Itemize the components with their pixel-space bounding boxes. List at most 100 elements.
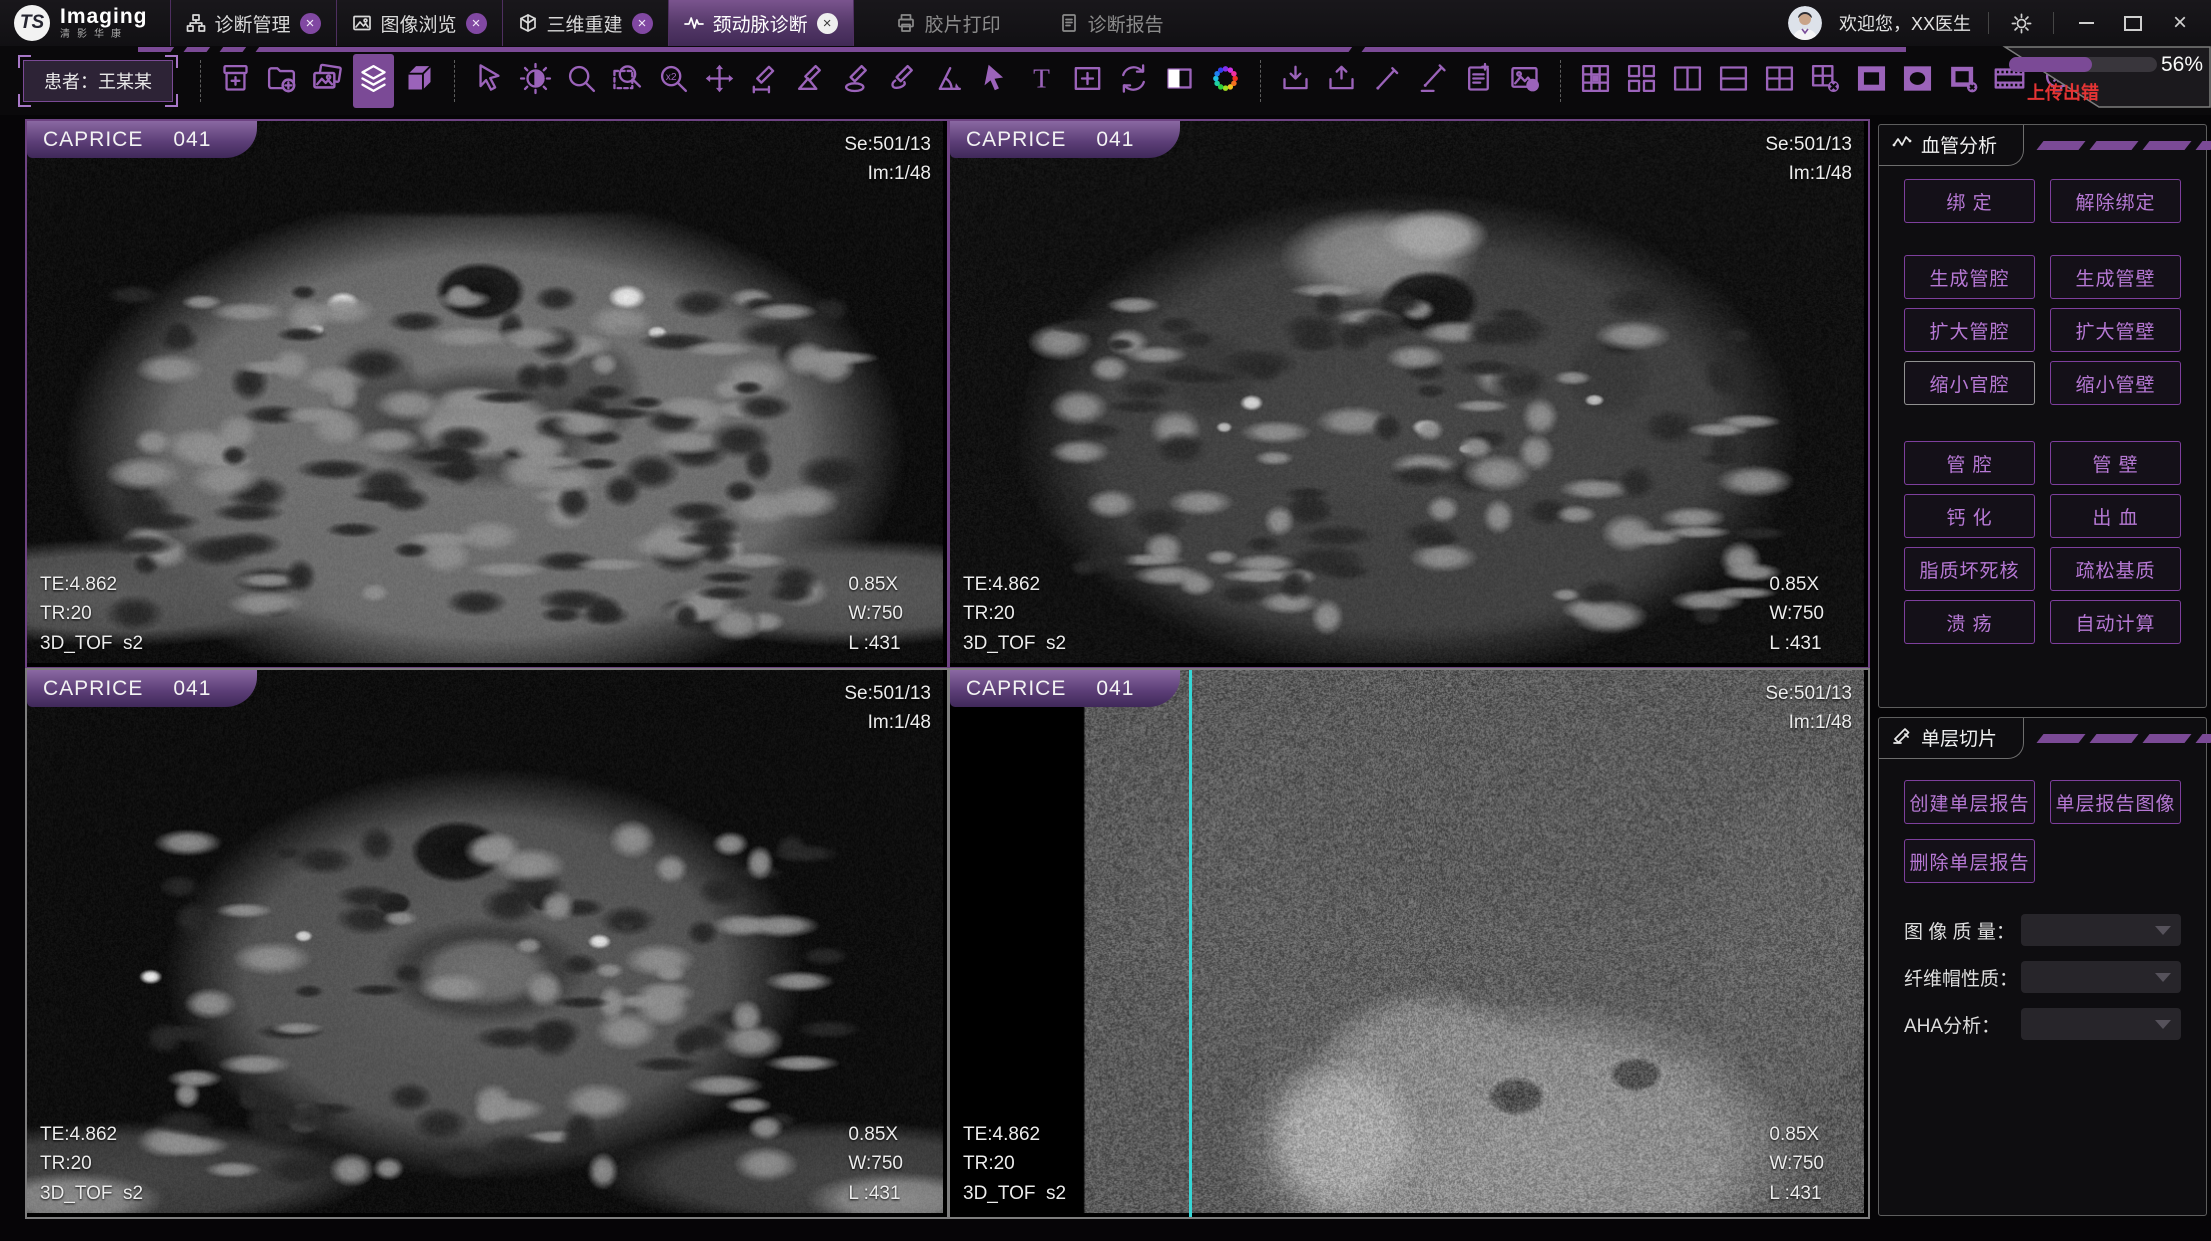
toolbar-button-export[interactable] <box>1321 54 1362 108</box>
svg-text:x2: x2 <box>666 71 677 82</box>
tab-2[interactable]: 图像浏览× <box>336 0 503 46</box>
toolbar-button-rect-plus[interactable] <box>1067 54 1108 108</box>
toolbar-button-layout-2col[interactable] <box>1667 54 1708 108</box>
toolbar-button-pointer[interactable] <box>975 54 1016 108</box>
vessel-button[interactable]: 生成管腔 <box>1904 255 2035 299</box>
overlay-series-info: Se:501/13Im:1/48 <box>1765 679 1852 738</box>
vessel-button[interactable]: 自动计算 <box>2050 600 2181 644</box>
tab-label: 三维重建 <box>547 10 623 37</box>
vessel-button[interactable]: 疏松基质 <box>2050 547 2181 591</box>
select-dropdown[interactable] <box>2021 1008 2181 1040</box>
overlay-display-info: 0.85XW:750L :431 <box>848 1120 903 1208</box>
select-dropdown[interactable] <box>2021 961 2181 993</box>
toolbar-button-angle[interactable] <box>929 54 970 108</box>
toolbar-button-layout-grid9[interactable] <box>1575 54 1616 108</box>
toolbar-button-layout-quads[interactable] <box>1621 54 1662 108</box>
vessel-button[interactable]: 缩小官腔 <box>1904 361 2035 405</box>
patient-chip[interactable]: 患者：王某某 <box>18 55 178 107</box>
tab-strip: 诊断管理×图像浏览×三维重建×颈动脉诊断×胶片打印诊断报告 <box>170 0 1179 46</box>
text-icon: T <box>1025 62 1058 100</box>
select-dropdown[interactable] <box>2021 914 2181 946</box>
layout-quads-icon <box>1625 62 1658 100</box>
close-button[interactable]: × <box>2165 8 2195 38</box>
printer-icon <box>896 13 916 33</box>
toolbar-button-zoom-2x[interactable]: x2 <box>653 54 694 108</box>
contrast-icon <box>519 62 552 100</box>
slice-button[interactable]: 创建单层报告 <box>1904 780 2035 824</box>
vessel-button[interactable]: 钙 化 <box>1904 494 2035 538</box>
series-number: 041 <box>173 128 211 152</box>
toolbar-button-shutter-ellipse[interactable] <box>1897 54 1938 108</box>
toolbar-button-measure-line[interactable] <box>745 54 786 108</box>
toolbar-button-palette[interactable] <box>1205 54 1246 108</box>
chevron-down-icon <box>2155 926 2171 935</box>
crosshair-reference-line[interactable] <box>1189 670 1192 1217</box>
tab-4[interactable]: 颈动脉诊断× <box>668 0 854 46</box>
toolbar-button-gallery[interactable] <box>307 54 348 108</box>
toolbar-button-measure-freehand[interactable] <box>883 54 924 108</box>
vessel-button[interactable]: 扩大管壁 <box>2050 308 2181 352</box>
toolbar-button-probe-line[interactable] <box>1413 54 1454 108</box>
toolbar-button-folder-add[interactable] <box>261 54 302 108</box>
import-icon <box>1279 62 1312 100</box>
toolbar-button-measure-angle[interactable] <box>791 54 832 108</box>
vessel-button[interactable]: 解除绑定 <box>2050 179 2181 223</box>
toolbar-button-cube3d[interactable] <box>399 54 440 108</box>
toolbar-button-archive-add[interactable] <box>215 54 256 108</box>
shutter-rect-icon <box>1855 62 1888 100</box>
tab-close-icon[interactable]: × <box>300 13 321 34</box>
settings-gear-icon[interactable] <box>2006 8 2036 38</box>
toolbar-button-text[interactable]: T <box>1021 54 1062 108</box>
vessel-button[interactable]: 缩小管壁 <box>2050 361 2181 405</box>
select-row: 图 像 质 量： <box>1904 914 2181 946</box>
overlay-line: W:750 <box>848 599 903 628</box>
slice-button[interactable]: 删除单层报告 <box>1904 839 2035 883</box>
toolbar-button-measure-ellipse[interactable] <box>837 54 878 108</box>
panel-header-stripes <box>2040 141 2211 150</box>
vessel-button[interactable]: 扩大管腔 <box>1904 308 2035 352</box>
toolbar-button-zoom[interactable] <box>561 54 602 108</box>
toolbar-button-contrast[interactable] <box>515 54 556 108</box>
upload-status-panel: 56% 上传出错 <box>1949 46 2211 108</box>
vessel-button[interactable]: 出 血 <box>2050 494 2181 538</box>
mri-image-3[interactable] <box>27 670 943 1213</box>
minimize-button[interactable] <box>2071 8 2101 38</box>
series-number: 041 <box>1096 677 1134 701</box>
vessel-button[interactable]: 绑 定 <box>1904 179 2035 223</box>
toolbar-button-invert[interactable] <box>1159 54 1200 108</box>
vessel-button[interactable]: 溃 疡 <box>1904 600 2035 644</box>
slice-button[interactable]: 单层报告图像 <box>2050 780 2181 824</box>
toolbar-button-layers[interactable] <box>353 54 394 108</box>
toolbar-button-pan[interactable] <box>699 54 740 108</box>
tab-3[interactable]: 三维重建 × <box>502 0 669 46</box>
vessel-button[interactable]: 管 壁 <box>2050 441 2181 485</box>
image-icon <box>352 13 372 33</box>
tab-1[interactable]: 诊断管理× <box>170 0 337 46</box>
toolbar-button-cursor[interactable] <box>469 54 510 108</box>
toolbar-button-key-image[interactable] <box>1505 54 1546 108</box>
viewport-2: CAPRICE041Se:501/13Im:1/48TE:4.862TR:203… <box>948 119 1870 669</box>
toolbar-button-zoom-region[interactable] <box>607 54 648 108</box>
vessel-button[interactable]: 脂质坏死核 <box>1904 547 2035 591</box>
group-gap <box>1904 405 2181 441</box>
toolbar-button-layout-quad[interactable] <box>1759 54 1800 108</box>
toolbar-button-rotate[interactable] <box>1113 54 1154 108</box>
invert-icon <box>1163 62 1196 100</box>
toolbar-button-report-add[interactable] <box>1459 54 1500 108</box>
overlay-line: 3D_TOF s2 <box>40 629 143 658</box>
mri-image-1[interactable] <box>27 121 943 663</box>
maximize-button[interactable] <box>2118 8 2148 38</box>
series-header-tab: CAPRICE041 <box>27 121 257 158</box>
tab-close-icon[interactable]: × <box>817 13 838 34</box>
tab-close-icon[interactable]: × <box>632 13 653 34</box>
toolbar-button-shutter-rect[interactable] <box>1851 54 1892 108</box>
toolbar-button-layout-clear[interactable] <box>1805 54 1846 108</box>
vessel-button[interactable]: 生成管壁 <box>2050 255 2181 299</box>
mri-image-2[interactable] <box>950 121 1864 663</box>
mri-image-4[interactable] <box>950 670 1864 1213</box>
vessel-button[interactable]: 管 腔 <box>1904 441 2035 485</box>
toolbar-button-probe[interactable] <box>1367 54 1408 108</box>
toolbar-button-layout-2row[interactable] <box>1713 54 1754 108</box>
tab-close-icon[interactable]: × <box>466 13 487 34</box>
toolbar-button-import[interactable] <box>1275 54 1316 108</box>
